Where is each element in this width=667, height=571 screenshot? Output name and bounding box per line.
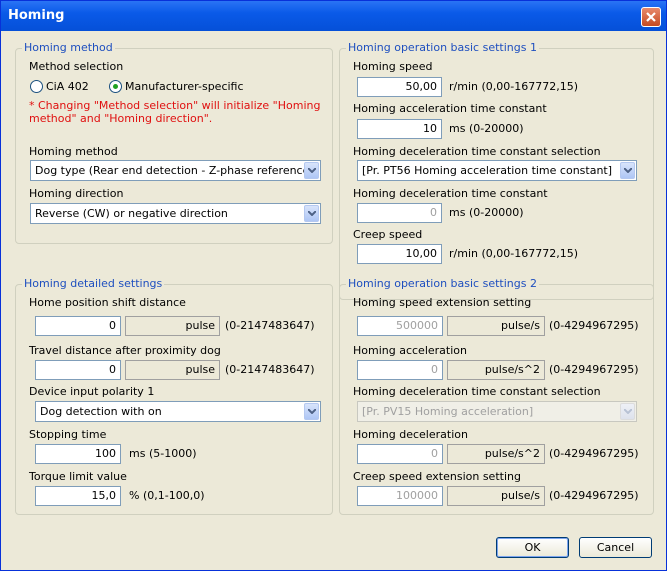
radio-cia402-label[interactable]: CiA 402 (46, 80, 89, 93)
torque-limit-range: % (0,1-100,0) (129, 489, 205, 502)
homing-deceleration-input[interactable]: 0 (357, 444, 443, 464)
creep-extension-range: (0-4294967295) (549, 489, 639, 502)
creep-speed-range: r/min (0,00-167772,15) (449, 247, 578, 260)
input-polarity-value: Dog detection with on (40, 405, 162, 418)
radio-cia402[interactable] (30, 80, 43, 93)
homing-speed-label: Homing speed (353, 60, 433, 73)
decel-selection-2-select[interactable]: [Pr. PV15 Homing acceleration] (357, 401, 637, 422)
homing-method-value: Dog type (Rear end detection - Z-phase r… (35, 164, 314, 177)
decel-selection-label: Homing deceleration time constant select… (353, 145, 601, 158)
homing-deceleration-unit: pulse/s^2 (447, 444, 545, 464)
homing-direction-label: Homing direction (29, 187, 124, 200)
torque-limit-label: Torque limit value (29, 470, 127, 483)
dropdown-arrow-button[interactable] (304, 205, 319, 222)
accel-time-input[interactable]: 10 (357, 119, 442, 139)
stopping-time-input[interactable]: 100 (35, 444, 121, 464)
detailed-settings-title: Homing detailed settings (22, 277, 165, 290)
shift-distance-unit: pulse (125, 316, 220, 336)
travel-distance-label: Travel distance after proximity dog (29, 344, 221, 357)
creep-speed-label: Creep speed (353, 228, 423, 241)
homing-deceleration-label: Homing deceleration (353, 428, 468, 441)
homing-method-group-title: Homing method (22, 41, 115, 54)
travel-distance-input[interactable]: 0 (35, 360, 121, 380)
homing-method-group: Homing method Method selection CiA 402 M… (15, 41, 333, 244)
creep-extension-label: Creep speed extension setting (353, 470, 521, 483)
decel-time-input[interactable]: 0 (357, 203, 442, 223)
accel-time-range: ms (0-20000) (449, 122, 524, 135)
dialog-body: Homing method Method selection CiA 402 M… (3, 31, 664, 568)
travel-distance-unit: pulse (125, 360, 220, 380)
homing-direction-value: Reverse (CW) or negative direction (35, 207, 228, 220)
homing-speed-range: r/min (0,00-167772,15) (449, 80, 578, 93)
chevron-down-icon (624, 168, 632, 173)
creep-speed-input[interactable]: 10,00 (357, 244, 442, 264)
homing-acceleration-label: Homing acceleration (353, 344, 467, 357)
stopping-time-range: ms (5-1000) (129, 447, 197, 460)
dropdown-arrow-button[interactable] (620, 162, 635, 179)
decel-selection-value: [Pr. PT56 Homing acceleration time const… (362, 164, 613, 177)
stopping-time-label: Stopping time (29, 428, 107, 441)
radio-manufacturer-specific[interactable] (109, 80, 122, 93)
creep-extension-unit: pulse/s (447, 486, 545, 506)
homing-direction-select[interactable]: Reverse (CW) or negative direction (30, 203, 321, 224)
shift-distance-input[interactable]: 0 (35, 316, 121, 336)
basic-settings-2-title: Homing operation basic settings 2 (346, 277, 539, 290)
homing-acceleration-unit: pulse/s^2 (447, 360, 545, 380)
homing-speed-input[interactable]: 50,00 (357, 77, 442, 97)
detailed-settings-group: Homing detailed settings Home position s… (15, 277, 333, 515)
homing-acceleration-range: (0-4294967295) (549, 363, 639, 376)
input-polarity-select[interactable]: Dog detection with on (35, 401, 321, 422)
dropdown-arrow-button[interactable] (304, 162, 319, 179)
decel-selection-2-label: Homing deceleration time constant select… (353, 385, 601, 398)
speed-extension-label: Homing speed extension setting (353, 296, 532, 309)
speed-extension-unit: pulse/s (447, 316, 545, 336)
decel-time-range: ms (0-20000) (449, 206, 524, 219)
ok-button[interactable]: OK (496, 537, 569, 558)
chevron-down-icon (624, 409, 632, 414)
dropdown-arrow-button[interactable] (304, 403, 319, 420)
input-polarity-label: Device input polarity 1 (29, 385, 155, 398)
close-button[interactable] (641, 7, 661, 27)
homing-method-select[interactable]: Dog type (Rear end detection - Z-phase r… (30, 160, 321, 181)
chevron-down-icon (308, 211, 316, 216)
speed-extension-input[interactable]: 500000 (357, 316, 443, 336)
window-title: Homing (8, 8, 65, 23)
homing-dialog: Homing Homing method Method selection Ci… (0, 0, 667, 571)
torque-limit-input[interactable]: 15,0 (35, 486, 121, 506)
decel-time-label: Homing deceleration time constant (353, 187, 548, 200)
dropdown-arrow-button[interactable] (620, 403, 635, 420)
basic-settings-1-group: Homing operation basic settings 1 Homing… (339, 41, 654, 300)
method-change-warning: * Changing "Method selection" will initi… (29, 99, 321, 125)
creep-extension-input[interactable]: 100000 (357, 486, 443, 506)
radio-manufacturer-specific-label[interactable]: Manufacturer-specific (125, 80, 244, 93)
shift-distance-range: (0-2147483647) (225, 319, 315, 332)
decel-selection-select[interactable]: [Pr. PT56 Homing acceleration time const… (357, 160, 637, 181)
homing-method-label: Homing method (29, 145, 118, 158)
chevron-down-icon (308, 168, 316, 173)
cancel-button[interactable]: Cancel (579, 537, 652, 558)
title-bar[interactable]: Homing (1, 1, 666, 31)
homing-deceleration-range: (0-4294967295) (549, 447, 639, 460)
basic-settings-2-group: Homing operation basic settings 2 Homing… (339, 277, 654, 515)
close-icon (646, 12, 656, 22)
chevron-down-icon (308, 409, 316, 414)
method-selection-label: Method selection (29, 60, 124, 73)
accel-time-label: Homing acceleration time constant (353, 102, 547, 115)
homing-acceleration-input[interactable]: 0 (357, 360, 443, 380)
travel-distance-range: (0-2147483647) (225, 363, 315, 376)
decel-selection-2-value: [Pr. PV15 Homing acceleration] (362, 405, 534, 418)
basic-settings-1-title: Homing operation basic settings 1 (346, 41, 539, 54)
shift-distance-label: Home position shift distance (29, 296, 186, 309)
speed-extension-range: (0-4294967295) (549, 319, 639, 332)
radio-selected-dot (113, 84, 118, 89)
